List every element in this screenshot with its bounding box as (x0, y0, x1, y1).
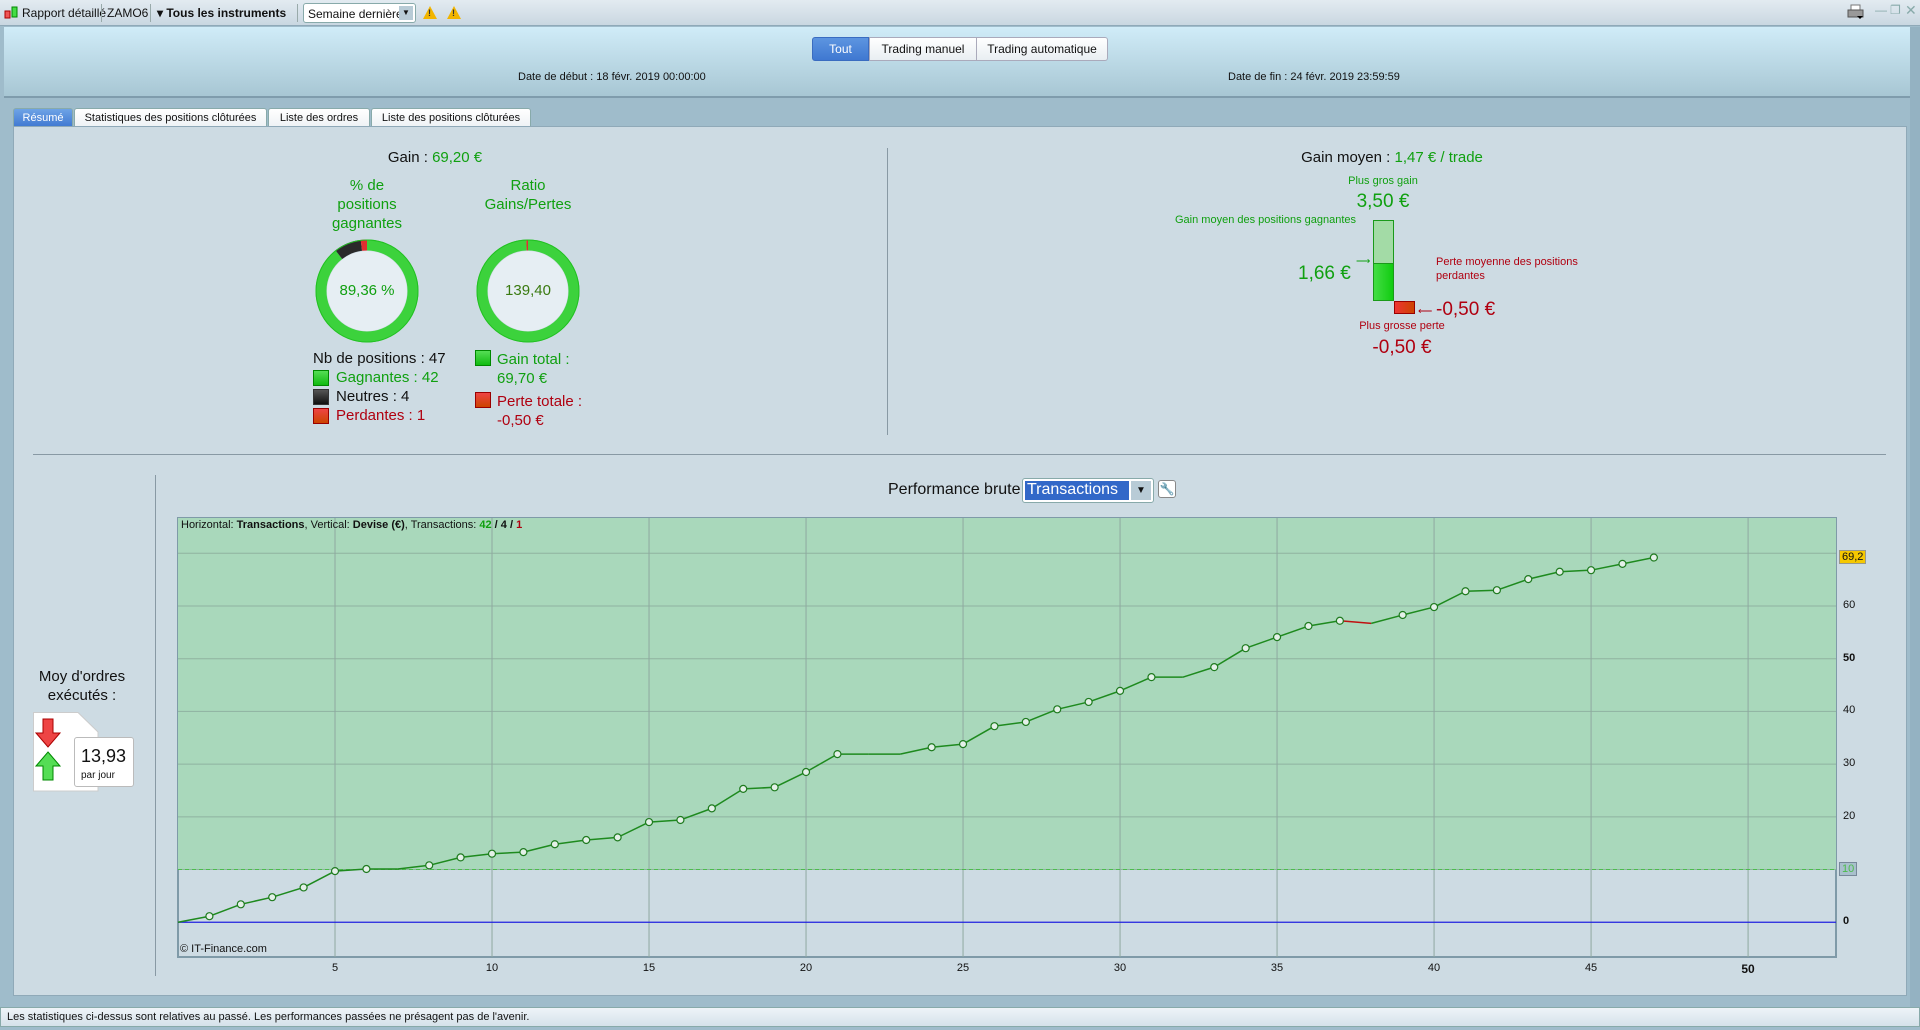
data-point (613, 833, 622, 842)
data-point (1649, 553, 1658, 562)
data-point (1555, 567, 1564, 576)
data-point (299, 883, 308, 892)
data-point (1618, 559, 1627, 568)
y-tick-label: 50 (1843, 651, 1856, 664)
x-tick-label: 50 (1741, 962, 1755, 976)
data-point (362, 864, 371, 874)
x-tick-label: 45 (1584, 962, 1598, 974)
data-point (1053, 705, 1062, 714)
data-point (1429, 602, 1439, 612)
data-point (739, 784, 748, 793)
threshold-label: 10 (1839, 861, 1858, 876)
y-tick-label: 0 (1843, 915, 1850, 928)
x-tick-label: 40 (1427, 962, 1441, 974)
data-point (425, 861, 434, 870)
data-point (456, 853, 465, 862)
data-point (676, 815, 685, 825)
data-point (1241, 644, 1250, 653)
data-point (236, 900, 245, 909)
data-point (1021, 717, 1030, 727)
data-point (268, 893, 277, 902)
data-point (801, 767, 811, 777)
y-tick-label: 30 (1843, 757, 1856, 770)
y-tick-label: 60 (1843, 599, 1856, 611)
data-point (707, 804, 716, 813)
data-point (1461, 587, 1470, 596)
data-point (1147, 673, 1156, 682)
x-tick-label: 20 (799, 962, 813, 974)
data-point (582, 835, 591, 845)
y-tick-label: 20 (1843, 809, 1856, 822)
series-segment (1465, 589, 1497, 593)
data-point (487, 849, 497, 858)
data-point (770, 783, 779, 792)
performance-chart (177, 517, 1837, 958)
data-point (330, 866, 340, 876)
data-point (1335, 616, 1344, 625)
chart-info: Horizontal: Transactions, Vertical: Devi… (181, 519, 523, 531)
data-point (1272, 633, 1282, 642)
data-point (1115, 686, 1125, 695)
data-point (1398, 610, 1407, 620)
data-point (1586, 566, 1596, 575)
x-tick-label: 15 (642, 962, 656, 974)
data-point (1492, 586, 1501, 595)
x-tick-label: 35 (1270, 962, 1284, 974)
data-point (1084, 697, 1093, 707)
x-tick-label: 10 (485, 962, 499, 974)
last-value-label: 69,2 (1839, 549, 1867, 564)
y-tick-label: 40 (1843, 704, 1856, 717)
data-point (644, 817, 654, 827)
data-point (833, 750, 842, 759)
data-point (990, 722, 999, 731)
status-bar: Les statistiques ci-dessus sont relative… (0, 1007, 1920, 1027)
data-point (519, 848, 528, 857)
data-point (1210, 663, 1219, 672)
data-point (1304, 621, 1313, 631)
copyright: © IT-Finance.com (180, 943, 267, 955)
data-point (550, 840, 559, 849)
data-point (927, 743, 936, 752)
data-point (958, 739, 968, 749)
x-tick-label: 5 (331, 962, 339, 974)
x-tick-label: 25 (956, 962, 970, 974)
data-point (1524, 575, 1533, 584)
data-point (205, 912, 214, 921)
x-tick-label: 30 (1113, 962, 1127, 974)
